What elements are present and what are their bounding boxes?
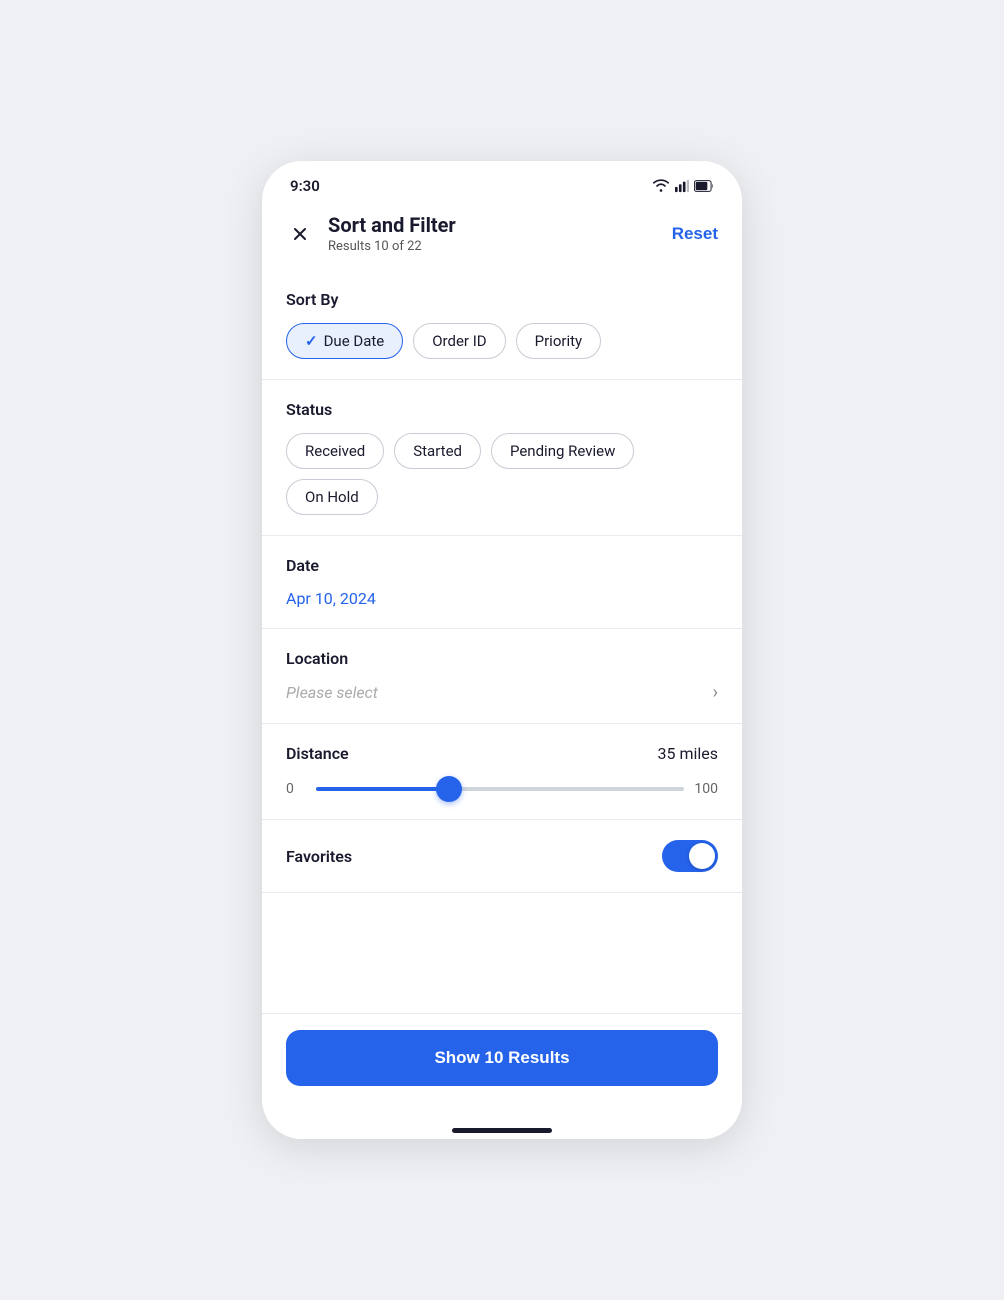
home-bar [452, 1128, 552, 1133]
wifi-icon [652, 179, 670, 193]
footer: Show 10 Results [262, 1013, 742, 1118]
chip-due-date[interactable]: ✓ Due Date [286, 323, 403, 359]
chip-received-label: Received [305, 442, 365, 460]
distance-label: Distance [286, 744, 349, 763]
sort-by-section: Sort By ✓ Due Date Order ID Priority [262, 270, 742, 380]
chip-on-hold[interactable]: On Hold [286, 479, 378, 515]
status-time: 9:30 [290, 177, 320, 195]
distance-slider[interactable] [316, 779, 684, 799]
chip-order-id-label: Order ID [432, 332, 486, 350]
chip-received[interactable]: Received [286, 433, 384, 469]
date-label: Date [286, 556, 718, 575]
status-section: Status Received Started Pending Review O… [262, 380, 742, 536]
chip-priority-label: Priority [535, 332, 582, 350]
chip-started[interactable]: Started [394, 433, 481, 469]
close-icon [290, 224, 310, 244]
slider-wrapper [316, 779, 684, 799]
chip-pending-review[interactable]: Pending Review [491, 433, 634, 469]
spacer [262, 893, 742, 1013]
favorites-row: Favorites [286, 840, 718, 872]
home-indicator [262, 1118, 742, 1139]
toggle-knob [689, 843, 715, 869]
distance-max-label: 100 [694, 781, 718, 797]
chip-on-hold-label: On Hold [305, 488, 359, 506]
chip-started-label: Started [413, 442, 462, 460]
favorites-label: Favorites [286, 847, 352, 866]
distance-min-label: 0 [286, 781, 306, 797]
sort-by-chips: ✓ Due Date Order ID Priority [286, 323, 718, 359]
status-chips: Received Started Pending Review On Hold [286, 433, 718, 515]
chip-priority[interactable]: Priority [516, 323, 601, 359]
close-button[interactable] [286, 220, 314, 248]
header-subtitle: Results 10 of 22 [328, 239, 456, 254]
distance-slider-container: 0 100 [286, 779, 718, 799]
distance-section: Distance 35 miles 0 100 [262, 724, 742, 820]
favorites-toggle[interactable] [662, 840, 718, 872]
favorites-section: Favorites [262, 820, 742, 893]
chip-due-date-label: Due Date [324, 332, 385, 350]
location-label: Location [286, 649, 718, 668]
show-results-button[interactable]: Show 10 Results [286, 1030, 718, 1086]
header-title: Sort and Filter [328, 213, 456, 237]
check-icon: ✓ [305, 332, 318, 350]
signal-icon [675, 179, 689, 193]
sort-by-label: Sort By [286, 290, 718, 309]
distance-header: Distance 35 miles [286, 744, 718, 763]
location-selector[interactable]: Please select › [286, 682, 718, 703]
content-area: Sort By ✓ Due Date Order ID Priority Sta… [262, 270, 742, 1013]
chip-pending-review-label: Pending Review [510, 442, 615, 460]
chip-order-id[interactable]: Order ID [413, 323, 505, 359]
distance-value: 35 miles [657, 744, 718, 763]
status-icons [652, 179, 714, 193]
chevron-right-icon: › [713, 682, 718, 703]
date-section: Date Apr 10, 2024 [262, 536, 742, 629]
header-left: Sort and Filter Results 10 of 22 [286, 213, 456, 254]
date-value[interactable]: Apr 10, 2024 [286, 589, 718, 608]
reset-button[interactable]: Reset [672, 224, 718, 244]
status-bar: 9:30 [262, 161, 742, 203]
location-placeholder: Please select [286, 683, 378, 702]
phone-container: 9:30 [262, 161, 742, 1139]
status-label: Status [286, 400, 718, 419]
location-section: Location Please select › [262, 629, 742, 724]
header: Sort and Filter Results 10 of 22 Reset [262, 203, 742, 270]
battery-icon [694, 179, 714, 193]
header-title-group: Sort and Filter Results 10 of 22 [328, 213, 456, 254]
